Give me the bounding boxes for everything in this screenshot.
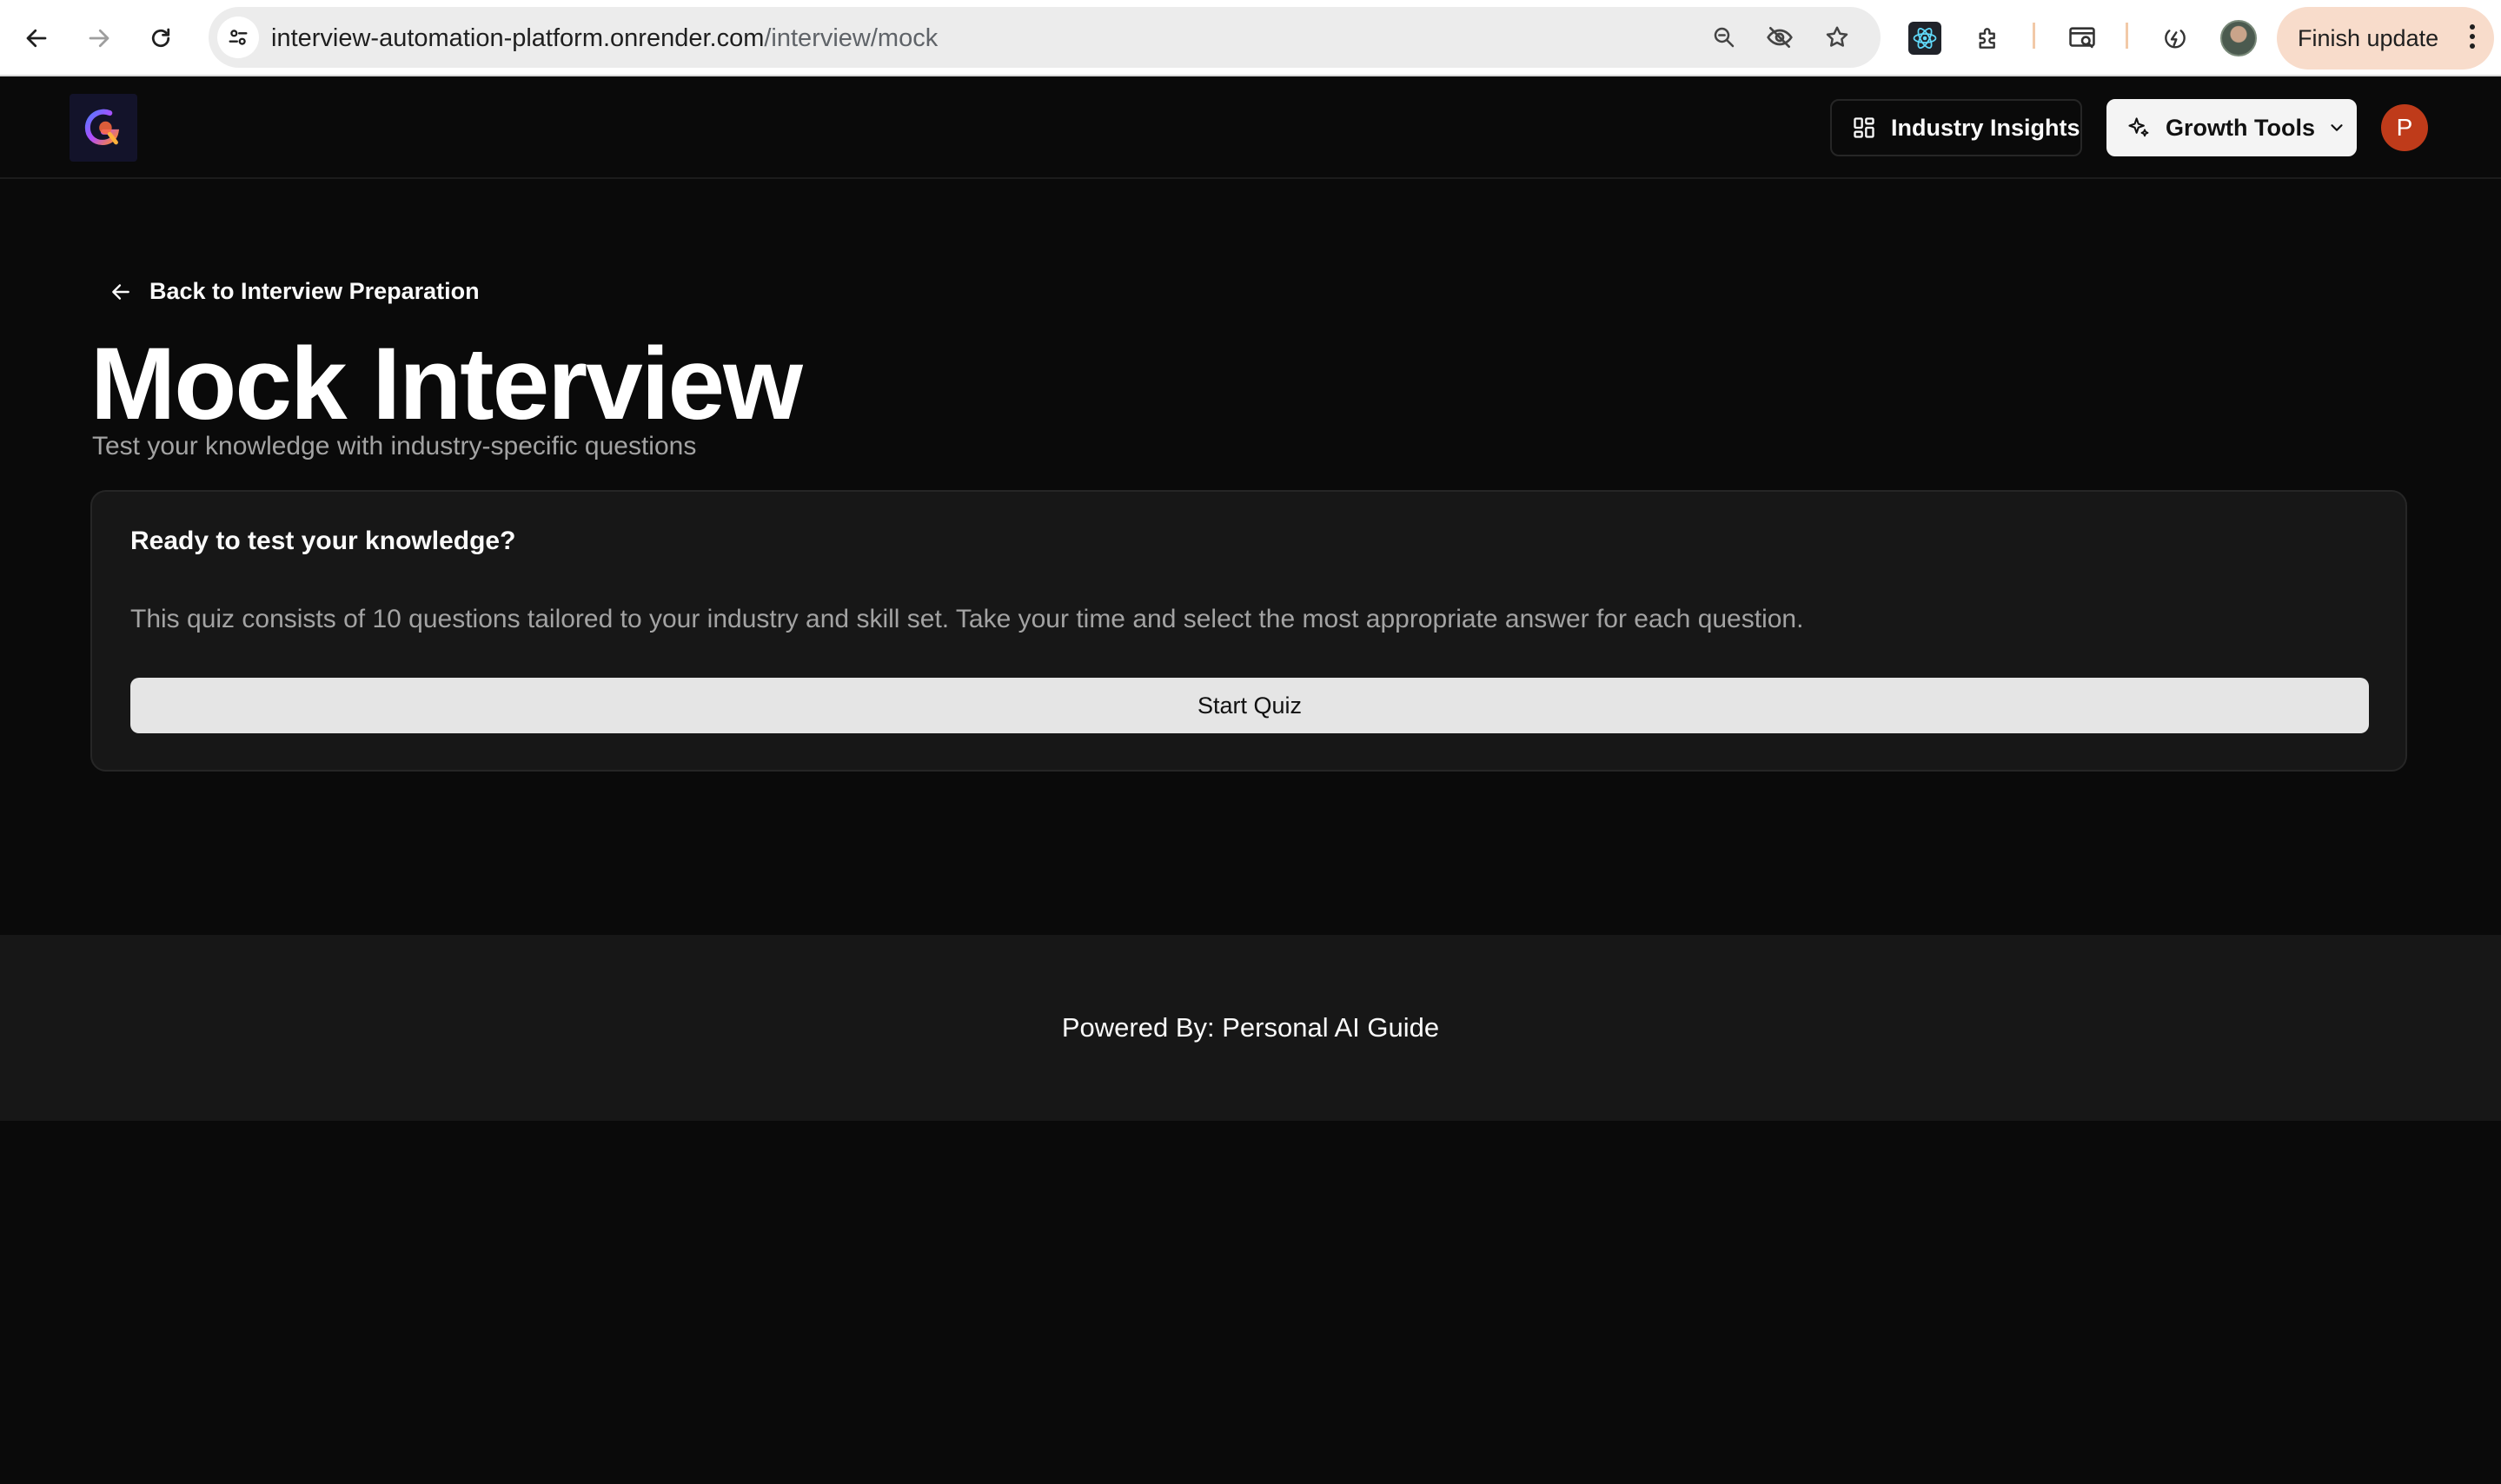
footer-text: Powered By: Personal AI Guide [1061, 1012, 1440, 1043]
browser-profile-avatar[interactable] [2220, 20, 2257, 56]
finish-update-label: Finish update [2298, 24, 2439, 51]
avatar-initial: P [2396, 114, 2413, 141]
growth-tools-dropdown[interactable]: Growth Tools [2106, 99, 2357, 156]
quiz-intro-card: Ready to test your knowledge? This quiz … [90, 490, 2407, 772]
chevron-down-icon [2327, 118, 2346, 137]
card-description: This quiz consists of 10 questions tailo… [130, 605, 1804, 633]
card-title: Ready to test your knowledge? [130, 527, 516, 555]
star-icon[interactable] [1821, 22, 1853, 53]
extensions-icon[interactable] [1969, 19, 2007, 57]
url-path: /interview/mock [764, 24, 939, 52]
more-vert-icon[interactable] [2470, 24, 2475, 49]
industry-insights-label: Industry Insights [1891, 114, 2080, 141]
browser-toolbar: interview-automation-platform.onrender.c… [0, 0, 2501, 76]
back-icon[interactable] [17, 19, 56, 57]
url-text: interview-automation-platform.onrender.c… [271, 24, 938, 53]
toolbar-divider [2033, 23, 2035, 49]
app-logo[interactable] [70, 94, 137, 162]
growth-tools-label: Growth Tools [2166, 114, 2315, 141]
toolbar-divider [2126, 23, 2128, 49]
url-host: interview-automation-platform.onrender.c… [271, 24, 765, 52]
sparkles-icon [2126, 115, 2152, 141]
site-info-icon[interactable] [217, 17, 259, 58]
page-title: Mock Interview [90, 327, 803, 441]
dashboard-grid-icon [1851, 115, 1877, 141]
eye-off-icon[interactable] [1764, 22, 1795, 53]
arrow-left-icon [109, 279, 136, 305]
react-devtools-icon[interactable] [1906, 19, 1944, 57]
industry-insights-button[interactable]: Industry Insights [1830, 99, 2082, 156]
page-subtitle: Test your knowledge with industry-specif… [92, 432, 697, 460]
zoom-icon[interactable] [1708, 22, 1740, 53]
start-quiz-button[interactable]: Start Quiz [130, 678, 2369, 733]
footer: Powered By: Personal AI Guide [0, 935, 2501, 1121]
search-tab-icon[interactable] [2063, 19, 2101, 57]
forward-icon[interactable] [80, 19, 118, 57]
finish-update-button[interactable]: Finish update [2277, 7, 2494, 70]
reload-icon[interactable] [142, 19, 180, 57]
back-to-interview-preparation-link[interactable]: Back to Interview Preparation [109, 278, 480, 305]
address-bar[interactable]: interview-automation-platform.onrender.c… [209, 7, 1881, 68]
user-avatar[interactable]: P [2381, 104, 2428, 151]
performance-icon[interactable] [2156, 19, 2194, 57]
app-header: Industry Insights Growth Tools P [0, 78, 2501, 179]
back-link-label: Back to Interview Preparation [149, 278, 480, 304]
